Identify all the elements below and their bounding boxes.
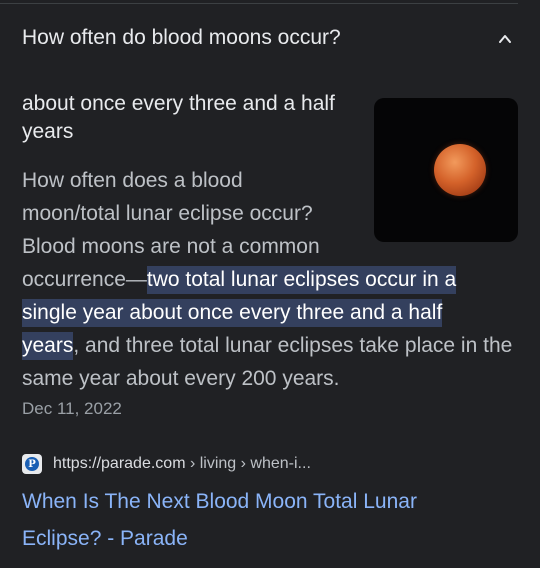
snippet-date: Dec 11, 2022 — [22, 399, 122, 418]
source-url[interactable]: https://parade.com › living › when-i... — [53, 455, 311, 473]
answer-text: about once every three and a half years — [22, 92, 335, 143]
result-title-link[interactable]: When Is The Next Blood Moon Total Lunar … — [22, 483, 492, 557]
source-row[interactable]: P https://parade.com › living › when-i..… — [22, 453, 311, 475]
parade-logo-icon: P — [25, 457, 39, 471]
snippet-highlight: years — [22, 332, 74, 360]
snippet-text: How often does a blood moon/total lunar … — [22, 164, 522, 395]
question-text: How often do blood moons occur? — [22, 26, 341, 49]
parade-favicon-icon: P — [22, 454, 42, 474]
source-url-base: https://parade.com — [53, 455, 186, 472]
snippet-post-highlight: , and three total lunar eclipses take pl… — [22, 334, 513, 390]
chevron-up-icon[interactable] — [498, 32, 512, 46]
source-url-path: › living › when-i... — [185, 455, 311, 472]
snippet-pre-highlight: occurrence— — [22, 268, 147, 291]
snippet-line: Blood moons are not a common — [22, 235, 320, 258]
snippet-highlight: single year about once every three and a… — [22, 299, 443, 327]
question-toggle[interactable]: How often do blood moons occur? — [0, 4, 540, 72]
snippet-highlight: two total lunar eclipses occur in a — [146, 266, 457, 294]
snippet-line: moon/total lunar eclipse occur? — [22, 202, 313, 225]
snippet-line: How often does a blood — [22, 169, 243, 192]
featured-snippet-panel: How often do blood moons occur? about on… — [0, 0, 540, 568]
